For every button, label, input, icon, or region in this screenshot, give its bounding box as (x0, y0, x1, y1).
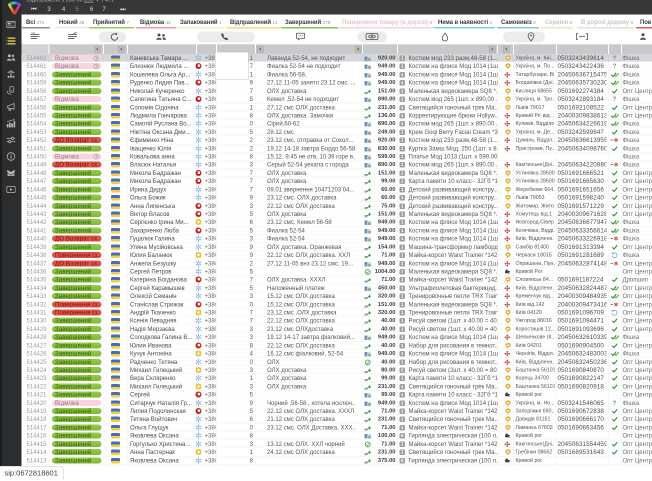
svg-text:10: 10 (31, 32, 35, 35)
